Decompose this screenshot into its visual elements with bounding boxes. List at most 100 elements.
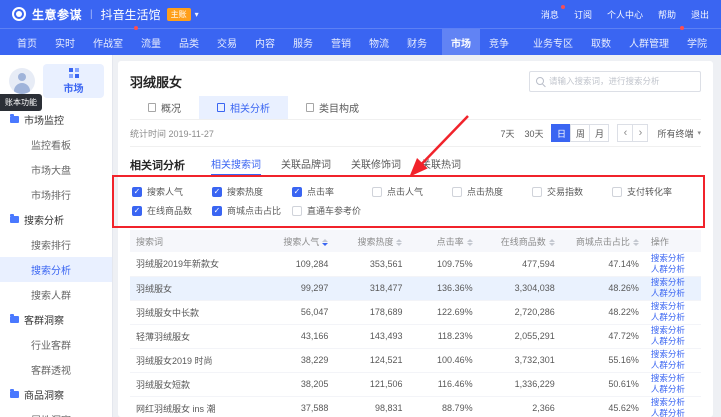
sidebar-item-0-1[interactable]: 市场大盘 bbox=[0, 157, 112, 182]
audience-analysis-link[interactable]: 人群分析 bbox=[651, 336, 695, 347]
checkbox[interactable]: ✓ bbox=[212, 206, 222, 216]
column-header-5[interactable]: 商城点击占比 bbox=[561, 230, 645, 252]
terminal-dropdown[interactable]: 所有终端 ▾ bbox=[657, 127, 701, 140]
nav-item-13[interactable]: 业务专区 bbox=[524, 29, 582, 55]
granularity-1[interactable]: 周 bbox=[570, 124, 590, 142]
nav-item-11[interactable]: 市场 bbox=[442, 29, 480, 55]
sort-icon[interactable] bbox=[322, 239, 328, 246]
quick-range-0[interactable]: 7天 bbox=[500, 127, 514, 140]
sidebar-item-0-0[interactable]: 监控看板 bbox=[0, 132, 112, 157]
sidebar-item-1-2[interactable]: 搜索人群 bbox=[0, 282, 112, 307]
nav-item-8[interactable]: 营销 bbox=[322, 29, 360, 55]
audience-analysis-link[interactable]: 人群分析 bbox=[651, 288, 695, 299]
nav-item-14[interactable]: 取数 bbox=[582, 29, 620, 55]
nav-item-4[interactable]: 品类 bbox=[170, 29, 208, 55]
checkbox[interactable] bbox=[452, 187, 462, 197]
sidebar-item-3-0[interactable]: 属性洞察 bbox=[0, 407, 112, 417]
metric-metrics_row1-6[interactable]: 支付转化率 bbox=[612, 185, 672, 198]
audience-analysis-link[interactable]: 人群分析 bbox=[651, 384, 695, 395]
topbar-link-4[interactable]: 退出 bbox=[691, 8, 709, 21]
checkbox[interactable]: ✓ bbox=[292, 187, 302, 197]
sidebar-item-1-1[interactable]: 搜索分析 bbox=[0, 257, 112, 282]
nav-item-3[interactable]: 流量 bbox=[132, 29, 170, 55]
metric-metrics_row2-1[interactable]: ✓商城点击占比 bbox=[212, 204, 292, 217]
granularity-2[interactable]: 月 bbox=[589, 124, 609, 142]
nav-item-2[interactable]: 作战室 bbox=[84, 29, 132, 55]
checkbox[interactable] bbox=[292, 206, 302, 216]
metric-metrics_row1-5[interactable]: 交易指数 bbox=[532, 185, 612, 198]
sort-icon[interactable] bbox=[633, 239, 639, 246]
metric-metrics_row2-2[interactable]: 直通车参考价 bbox=[292, 204, 361, 217]
subtab-2[interactable]: 关联修饰词 bbox=[351, 156, 401, 176]
metric-metrics_row1-1[interactable]: ✓搜索热度 bbox=[212, 185, 292, 198]
search-analysis-link[interactable]: 搜索分析 bbox=[651, 277, 695, 288]
nav-item-16[interactable]: 学院 bbox=[678, 29, 716, 55]
floating-badge[interactable]: 账本功能 bbox=[0, 94, 42, 111]
next-button[interactable]: › bbox=[632, 124, 648, 142]
nav-item-0[interactable]: 首页 bbox=[8, 29, 46, 55]
subtab-1[interactable]: 关联品牌词 bbox=[281, 156, 331, 176]
sidebar-item-2-1[interactable]: 客群透视 bbox=[0, 357, 112, 382]
column-header-2[interactable]: 搜索热度 bbox=[334, 230, 408, 252]
topbar-link-0[interactable]: 消息 bbox=[541, 8, 559, 21]
metric-metrics_row2-0[interactable]: ✓在线商品数 bbox=[132, 204, 212, 217]
nav-item-12[interactable]: 竞争 bbox=[480, 29, 518, 55]
quick-range-1[interactable]: 30天 bbox=[524, 127, 543, 140]
column-header-4[interactable]: 在线商品数 bbox=[479, 230, 561, 252]
prev-button[interactable]: ‹ bbox=[617, 124, 633, 142]
column-header-1[interactable]: 搜索人气 bbox=[262, 230, 334, 252]
topbar-link-1[interactable]: 订阅 bbox=[574, 8, 592, 21]
nav-item-7[interactable]: 服务 bbox=[284, 29, 322, 55]
sidebar-section-header-1: 搜索分析 bbox=[0, 207, 112, 232]
sort-icon[interactable] bbox=[549, 239, 555, 246]
column-header-6[interactable]: 操作 bbox=[645, 230, 701, 252]
search-analysis-link[interactable]: 搜索分析 bbox=[651, 373, 695, 384]
topbar-link-3[interactable]: 帮助 bbox=[658, 8, 676, 21]
sort-asc-icon bbox=[396, 239, 402, 242]
sidebar-item-0-2[interactable]: 市场排行 bbox=[0, 182, 112, 207]
metric-metrics_row1-4[interactable]: 点击热度 bbox=[452, 185, 532, 198]
audience-analysis-link[interactable]: 人群分析 bbox=[651, 360, 695, 371]
tab-2[interactable]: 类目构成 bbox=[288, 96, 377, 119]
search-analysis-link[interactable]: 搜索分析 bbox=[651, 253, 695, 264]
search-box[interactable] bbox=[529, 71, 701, 92]
chevron-down-icon[interactable]: ▾ bbox=[195, 10, 199, 19]
tab-0[interactable]: 概况 bbox=[130, 96, 199, 119]
search-analysis-link[interactable]: 搜索分析 bbox=[651, 301, 695, 312]
subtab-3[interactable]: 关联热词 bbox=[421, 156, 461, 176]
metric-metrics_row1-3[interactable]: 点击人气 bbox=[372, 185, 452, 198]
column-header-0[interactable]: 搜索词 bbox=[130, 230, 262, 252]
search-analysis-link[interactable]: 搜索分析 bbox=[651, 349, 695, 360]
subtab-0[interactable]: 相关搜索词 bbox=[211, 156, 261, 176]
search-analysis-link[interactable]: 搜索分析 bbox=[651, 325, 695, 336]
granularity-0[interactable]: 日 bbox=[551, 124, 571, 142]
audience-analysis-link[interactable]: 人群分析 bbox=[651, 312, 695, 323]
nav-item-9[interactable]: 物流 bbox=[360, 29, 398, 55]
audience-analysis-link[interactable]: 人群分析 bbox=[651, 264, 695, 275]
checkbox[interactable]: ✓ bbox=[132, 206, 142, 216]
topbar-link-2[interactable]: 个人中心 bbox=[607, 8, 643, 21]
checkbox[interactable]: ✓ bbox=[132, 187, 142, 197]
nav-item-6[interactable]: 内容 bbox=[246, 29, 284, 55]
checkbox[interactable] bbox=[532, 187, 542, 197]
sort-icon[interactable] bbox=[396, 239, 402, 246]
metric-metrics_row1-2[interactable]: ✓点击率 bbox=[292, 185, 372, 198]
metric-metrics_row1-0[interactable]: ✓搜索人气 bbox=[132, 185, 212, 198]
avatar[interactable] bbox=[9, 68, 35, 94]
column-header-3[interactable]: 点击率 bbox=[408, 230, 478, 252]
tab-1[interactable]: 相关分析 bbox=[199, 96, 288, 119]
checkbox[interactable]: ✓ bbox=[212, 187, 222, 197]
module-selector[interactable]: 市场 bbox=[43, 64, 104, 98]
sidebar-item-1-0[interactable]: 搜索排行 bbox=[0, 232, 112, 257]
nav-item-5[interactable]: 交易 bbox=[208, 29, 246, 55]
sidebar-item-2-0[interactable]: 行业客群 bbox=[0, 332, 112, 357]
search-analysis-link[interactable]: 搜索分析 bbox=[651, 397, 695, 408]
audience-analysis-link[interactable]: 人群分析 bbox=[651, 408, 695, 417]
search-input[interactable] bbox=[549, 76, 694, 86]
sort-icon[interactable] bbox=[467, 239, 473, 246]
nav-item-10[interactable]: 财务 bbox=[398, 29, 436, 55]
nav-item-1[interactable]: 实时 bbox=[46, 29, 84, 55]
checkbox[interactable] bbox=[372, 187, 382, 197]
nav-item-15[interactable]: 人群管理 bbox=[620, 29, 678, 55]
checkbox[interactable] bbox=[612, 187, 622, 197]
